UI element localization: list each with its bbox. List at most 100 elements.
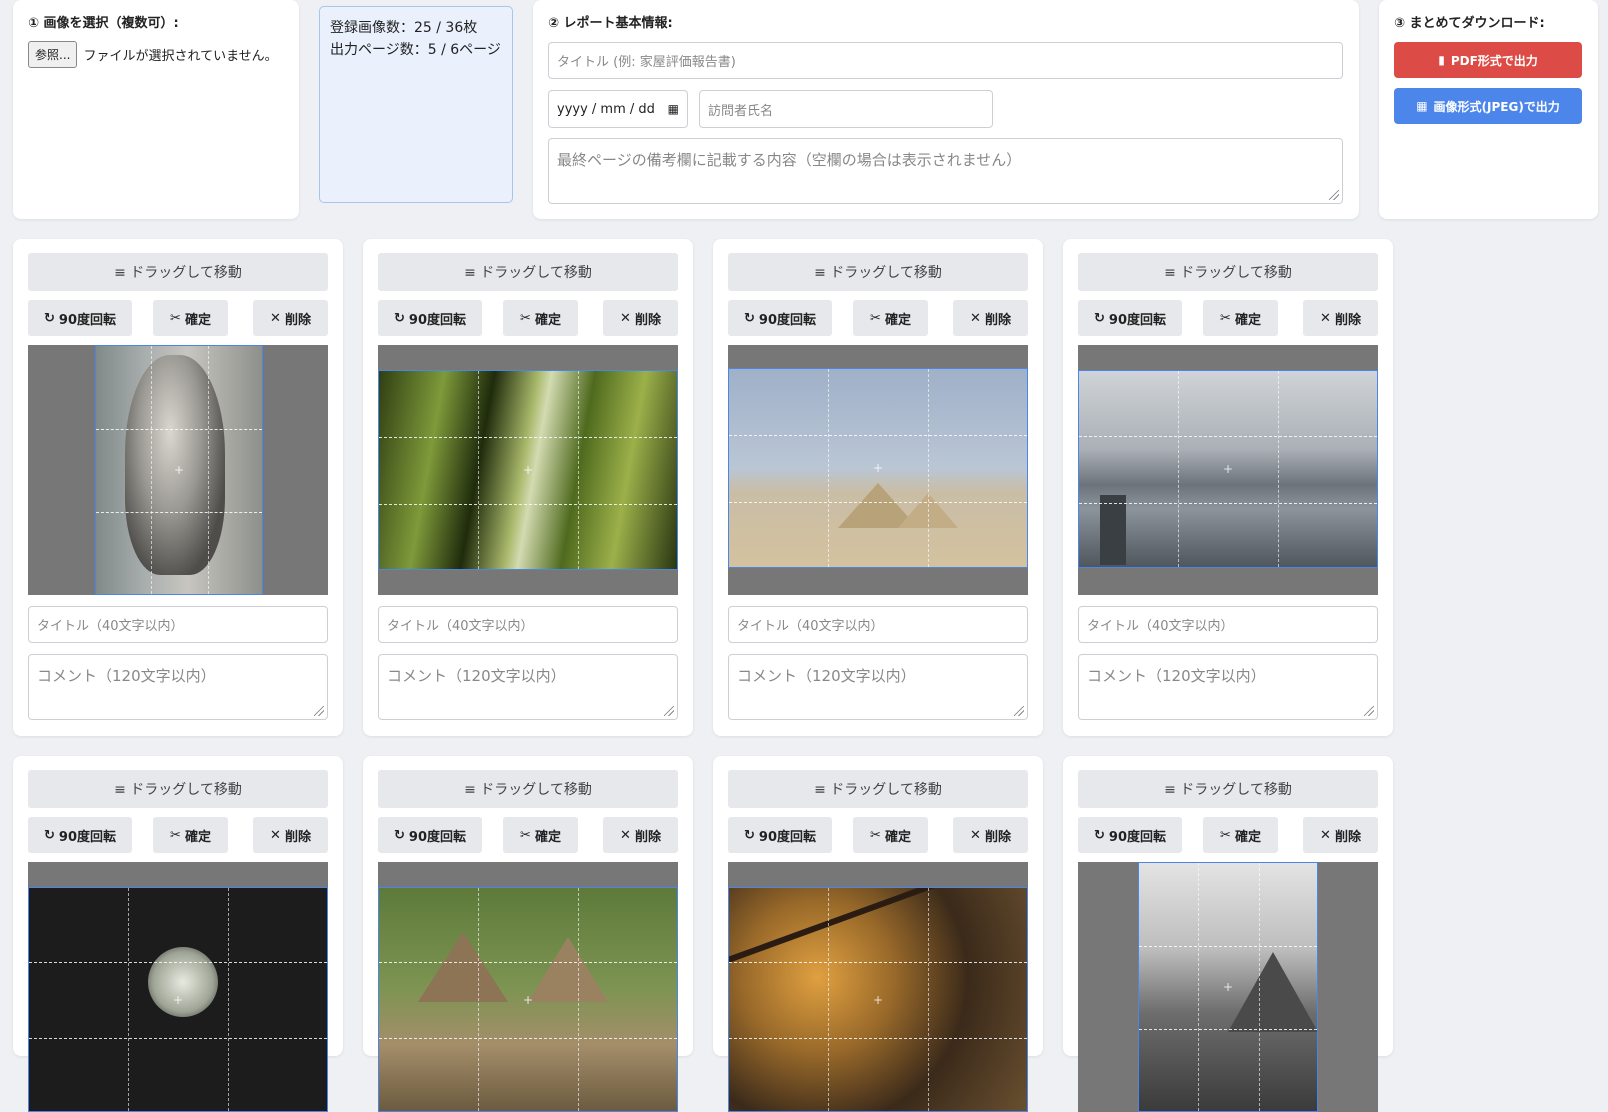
drag-handle[interactable]: ≡ ドラッグして移動 [28, 253, 328, 291]
rotate-label: 90度回転 [58, 312, 116, 328]
card-title-placeholder: タイトル（40文字以内） [1087, 619, 1234, 634]
rotate-button[interactable]: ↻ 90度回転 [28, 300, 132, 336]
confirm-button[interactable]: ✂ 確定 [853, 300, 928, 336]
rotate-button[interactable]: ↻ 90度回転 [378, 300, 482, 336]
image-crop-area[interactable]: + [1078, 345, 1378, 595]
image-crop-area[interactable]: + [728, 862, 1028, 1112]
delete-button[interactable]: ✕ 削除 [603, 300, 678, 336]
card-title-placeholder: タイトル（40文字以内） [387, 619, 534, 634]
rotate-icon: ↻ [1094, 310, 1105, 326]
confirm-button[interactable]: ✂ 確定 [1203, 817, 1278, 853]
confirm-button[interactable]: ✂ 確定 [503, 817, 578, 853]
rotate-button[interactable]: ↻ 90度回転 [378, 817, 482, 853]
image-card: ≡ ドラッグして移動 ↻ 90度回転 ✂ 確定 ✕ 削除 + [13, 756, 343, 1112]
pdf-export-button[interactable]: ▮ PDF形式で出力 [1394, 42, 1582, 78]
image-crop-area[interactable]: + [378, 862, 678, 1112]
delete-button[interactable]: ✕ 削除 [1303, 817, 1378, 853]
card-title-input[interactable]: タイトル（40文字以内） [378, 606, 678, 643]
crop-frame[interactable]: + [1138, 862, 1318, 1112]
card-comment-textarea[interactable]: コメント（120文字以内） [378, 654, 678, 720]
drag-label: ≡ ドラッグして移動 [814, 265, 942, 281]
rotate-button[interactable]: ↻ 90度回転 [728, 300, 832, 336]
confirm-label: 確定 [884, 312, 911, 328]
note-placeholder: 最終ページの備考欄に記載する内容（空欄の場合は表示されません） [557, 151, 1022, 169]
confirm-button[interactable]: ✂ 確定 [153, 817, 228, 853]
drag-handle[interactable]: ≡ ドラッグして移動 [1078, 770, 1378, 808]
card-title-input[interactable]: タイトル（40文字以内） [28, 606, 328, 643]
browse-button[interactable]: 参照... [28, 41, 78, 68]
resize-grip[interactable] [1364, 706, 1374, 716]
image-crop-area[interactable]: + [1078, 862, 1378, 1112]
resize-grip[interactable] [1014, 706, 1024, 716]
card-title-input[interactable]: タイトル（40文字以内） [728, 606, 1028, 643]
delete-button[interactable]: ✕ 削除 [1303, 300, 1378, 336]
no-file-text: ファイルが選択されていません。 [83, 49, 278, 64]
calendar-icon[interactable]: ▦ [668, 102, 679, 116]
drag-handle[interactable]: ≡ ドラッグして移動 [378, 253, 678, 291]
close-icon: ✕ [270, 827, 281, 843]
card-comment-placeholder: コメント（120文字以内） [737, 667, 916, 685]
card-title-placeholder: タイトル（40文字以内） [37, 619, 184, 634]
delete-button[interactable]: ✕ 削除 [253, 300, 328, 336]
scissors-icon: ✂ [1220, 310, 1231, 326]
drag-handle[interactable]: ≡ ドラッグして移動 [1078, 253, 1378, 291]
rotate-label: 90度回転 [408, 829, 466, 845]
confirm-button[interactable]: ✂ 確定 [853, 817, 928, 853]
confirm-label: 確定 [1234, 312, 1261, 328]
scissors-icon: ✂ [170, 310, 181, 326]
crop-frame[interactable]: + [378, 370, 678, 570]
image-crop-area[interactable]: + [728, 345, 1028, 595]
visitor-name-input[interactable]: 訪問者氏名 [699, 90, 993, 128]
jpeg-export-button[interactable]: ▦ 画像形式(JPEG)で出力 [1394, 88, 1582, 124]
close-icon: ✕ [970, 827, 981, 843]
confirm-button[interactable]: ✂ 確定 [153, 300, 228, 336]
card-title-input[interactable]: タイトル（40文字以内） [1078, 606, 1378, 643]
confirm-button[interactable]: ✂ 確定 [1203, 300, 1278, 336]
crop-frame[interactable]: + [95, 345, 263, 595]
close-icon: ✕ [620, 310, 631, 326]
close-icon: ✕ [1320, 310, 1331, 326]
delete-button[interactable]: ✕ 削除 [953, 817, 1028, 853]
report-info-panel: ② レポート基本情報: タイトル (例: 家屋評価報告書) yyyy / mm … [533, 0, 1359, 219]
rotate-label: 90度回転 [408, 312, 466, 328]
rotate-button[interactable]: ↻ 90度回転 [1078, 817, 1182, 853]
confirm-button[interactable]: ✂ 確定 [503, 300, 578, 336]
image-crop-area[interactable]: + [28, 345, 328, 595]
image-icon: ▦ [1416, 99, 1428, 113]
report-title-input[interactable]: タイトル (例: 家屋評価報告書) [548, 42, 1343, 79]
delete-button[interactable]: ✕ 削除 [603, 817, 678, 853]
card-comment-textarea[interactable]: コメント（120文字以内） [1078, 654, 1378, 720]
delete-button[interactable]: ✕ 削除 [253, 817, 328, 853]
delete-label: 削除 [634, 829, 661, 845]
image-card: ≡ ドラッグして移動 ↻ 90度回転 ✂ 確定 ✕ 削除 + タイトル（40文字以内）… [363, 239, 693, 736]
crop-frame[interactable]: + [728, 887, 1028, 1112]
card-comment-textarea[interactable]: コメント（120文字以内） [728, 654, 1028, 720]
delete-button[interactable]: ✕ 削除 [953, 300, 1028, 336]
file-input[interactable]: 参照... ファイルが選択されていません。 [28, 41, 278, 68]
drag-label: ≡ ドラッグして移動 [114, 782, 242, 798]
crop-frame[interactable]: + [28, 887, 328, 1112]
drag-handle[interactable]: ≡ ドラッグして移動 [28, 770, 328, 808]
close-icon: ✕ [620, 827, 631, 843]
drag-handle[interactable]: ≡ ドラッグして移動 [728, 253, 1028, 291]
rotate-button[interactable]: ↻ 90度回転 [728, 817, 832, 853]
drag-handle[interactable]: ≡ ドラッグして移動 [378, 770, 678, 808]
drag-handle[interactable]: ≡ ドラッグして移動 [728, 770, 1028, 808]
image-crop-area[interactable]: + [28, 862, 328, 1112]
crop-frame[interactable]: + [1078, 370, 1378, 568]
rotate-button[interactable]: ↻ 90度回転 [1078, 300, 1182, 336]
crop-frame[interactable]: + [728, 368, 1028, 568]
image-crop-area[interactable]: + [378, 345, 678, 595]
resize-grip[interactable] [1329, 190, 1339, 200]
card-comment-textarea[interactable]: コメント（120文字以内） [28, 654, 328, 720]
date-input[interactable]: yyyy / mm / dd ▦ [548, 90, 688, 128]
report-title-placeholder: タイトル (例: 家屋評価報告書) [557, 55, 736, 70]
drag-label: ≡ ドラッグして移動 [464, 265, 592, 281]
image-card: ≡ ドラッグして移動 ↻ 90度回転 ✂ 確定 ✕ 削除 + [1063, 756, 1393, 1112]
resize-grip[interactable] [314, 706, 324, 716]
crop-frame[interactable]: + [378, 887, 678, 1112]
note-textarea[interactable]: 最終ページの備考欄に記載する内容（空欄の場合は表示されません） [548, 138, 1343, 204]
resize-grip[interactable] [664, 706, 674, 716]
rotate-button[interactable]: ↻ 90度回転 [28, 817, 132, 853]
download-label: ③ まとめてダウンロード: [1394, 16, 1545, 31]
